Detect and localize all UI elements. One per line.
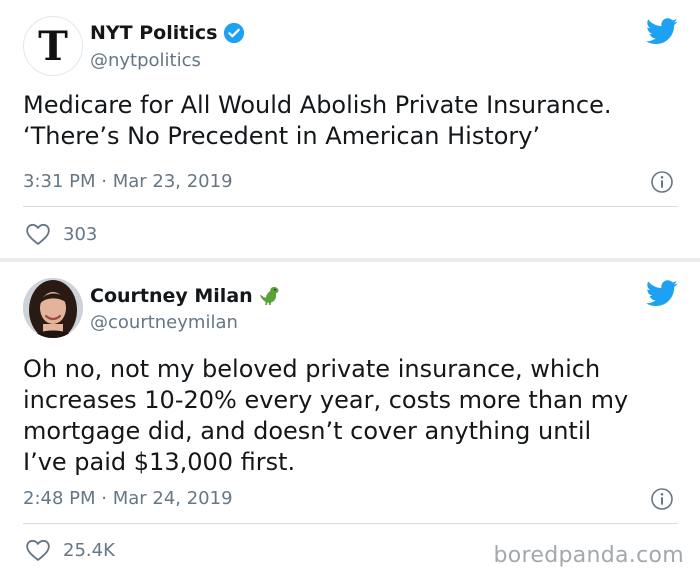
- avatar-courtneymilan[interactable]: [23, 278, 83, 338]
- dinosaur-emoji-icon: [259, 287, 279, 305]
- tweet-text-line: Oh no, not my beloved private insurance,…: [23, 355, 601, 383]
- tweet-text-line: mortgage did, and doesn’t cover anything…: [23, 417, 592, 445]
- tweet-card-courtneymilan[interactable]: Courtney Milan @courtneymilan Oh no, not…: [0, 262, 700, 578]
- tweet-text: Medicare for All Would Abolish Private I…: [23, 90, 680, 152]
- twitter-bird-icon[interactable]: [646, 280, 678, 307]
- tweet-text: Oh no, not my beloved private insurance,…: [23, 354, 680, 478]
- like-count: 25.4K: [63, 539, 115, 561]
- like-action[interactable]: 303: [25, 222, 97, 246]
- tweet-text-line: Medicare for All Would Abolish Private I…: [23, 91, 612, 119]
- tweet-text-line: ‘There’s No Precedent in American Histor…: [23, 122, 541, 150]
- like-action[interactable]: 25.4K: [25, 538, 115, 562]
- heart-icon[interactable]: [25, 538, 51, 562]
- verified-badge-icon: [224, 22, 245, 44]
- twitter-bird-icon[interactable]: [646, 18, 678, 45]
- tweet-text-line: I’ve paid $13,000 first.: [23, 448, 296, 476]
- tweet-timestamp[interactable]: 2:48 PM · Mar 24, 2019: [23, 488, 233, 509]
- user-handle[interactable]: @nytpolitics: [90, 50, 201, 71]
- tweet-text-line: increases 10-20% every year, costs more …: [23, 386, 629, 414]
- user-handle[interactable]: @courtneymilan: [90, 312, 238, 333]
- like-count: 303: [63, 223, 98, 245]
- divider: [23, 523, 678, 524]
- watermark: boredpanda.com: [493, 543, 684, 568]
- tweet-timestamp[interactable]: 3:31 PM · Mar 23, 2019: [23, 171, 233, 192]
- divider: [23, 206, 678, 207]
- display-name[interactable]: Courtney Milan: [90, 284, 283, 308]
- heart-icon[interactable]: [25, 222, 51, 246]
- nyt-logo: T: [38, 22, 68, 70]
- avatar-nytpolitics[interactable]: T: [23, 16, 83, 76]
- display-name-text: Courtney Milan: [90, 285, 253, 307]
- profile-photo: [23, 278, 83, 338]
- tweet-card-nytpolitics[interactable]: T NYT Politics @nytpolitics Medicare for…: [0, 0, 700, 258]
- display-name-text: NYT Politics: [90, 22, 218, 44]
- display-name[interactable]: NYT Politics: [90, 22, 245, 44]
- info-icon[interactable]: [650, 487, 674, 511]
- info-icon[interactable]: [650, 170, 674, 194]
